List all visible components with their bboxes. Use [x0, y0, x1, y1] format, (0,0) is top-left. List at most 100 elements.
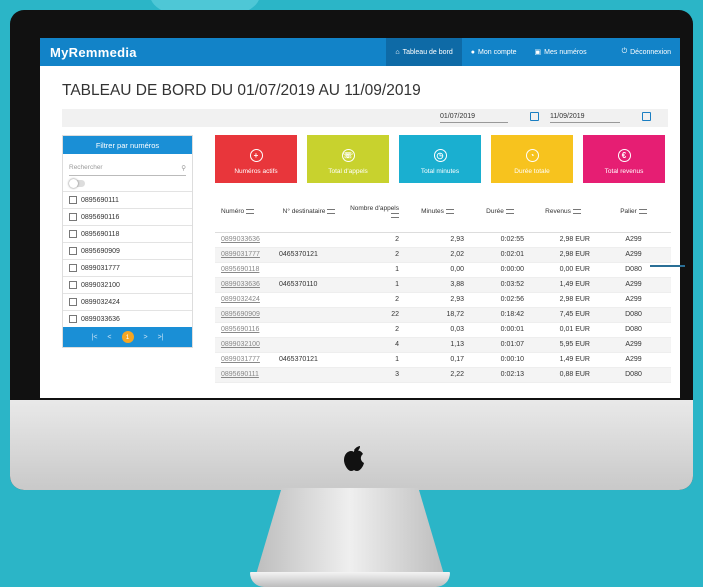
number-label: 0899032100	[81, 281, 120, 289]
nav-account[interactable]: ● Mon compte	[462, 38, 526, 66]
table-row[interactable]: 0899033636 2 2,93 0:02:55 2,98 EUR A299	[215, 232, 671, 248]
tile-label: Total revenus	[604, 168, 644, 175]
table-row[interactable]: 0895690909 22 18,72 0:18:42 7,45 EUR D080	[215, 307, 671, 323]
tile-active-numbers[interactable]: + Numéros actifs	[215, 135, 297, 183]
tile-total-minutes[interactable]: ◷ Total minutes	[399, 135, 481, 183]
nav-logout[interactable]: ⏻ Déconnexion	[596, 38, 680, 66]
table-row[interactable]: 0895690116 2 0,03 0:00:01 0,01 EUR D080	[215, 322, 671, 338]
current-page-button[interactable]: 1	[121, 331, 134, 343]
number-filter-panel: Filtrer par numéros Rechercher ⚲ 0895690…	[62, 135, 193, 348]
checkbox[interactable]	[69, 247, 77, 255]
checkbox[interactable]	[69, 315, 77, 323]
number-link[interactable]: 0899032100	[215, 337, 273, 353]
number-link[interactable]: 0899032424	[215, 292, 273, 308]
col-minutes[interactable]: Minutes	[405, 192, 470, 233]
table-cell: 5,95 EUR	[530, 337, 596, 353]
table-row[interactable]: 0899032424 2 2,93 0:02:56 2,98 EUR A299	[215, 292, 671, 308]
col-duration[interactable]: Durée	[470, 192, 530, 233]
next-page-button[interactable]: >	[144, 334, 148, 341]
table-cell: 0:01:07	[470, 337, 530, 353]
checkbox[interactable]	[69, 264, 77, 272]
number-link[interactable]: 0899033636	[215, 232, 273, 248]
tile-total-revenue[interactable]: € Total revenus	[583, 135, 665, 183]
list-item[interactable]: 0899033636	[63, 310, 192, 327]
number-label: 0899032424	[81, 298, 120, 306]
checkbox[interactable]	[69, 281, 77, 289]
sort-icon[interactable]	[572, 209, 581, 215]
number-link[interactable]: 0895690116	[215, 322, 273, 338]
table-cell	[273, 337, 345, 353]
search-icon[interactable]: ⚲	[181, 164, 186, 172]
date-to-input[interactable]: 11/09/2019	[550, 113, 585, 120]
checkbox[interactable]	[69, 196, 77, 204]
sort-icon[interactable]	[505, 209, 514, 215]
last-page-button[interactable]: >|	[158, 334, 164, 341]
checkbox[interactable]	[69, 213, 77, 221]
list-item[interactable]: 0895690116	[63, 208, 192, 225]
date-from-input[interactable]: 01/07/2019	[440, 113, 475, 120]
sort-icon[interactable]	[246, 209, 255, 215]
table-cell: 2	[345, 322, 405, 338]
table-cell: 0465370110	[273, 277, 345, 293]
number-link[interactable]: 0895690909	[215, 307, 273, 323]
table-cell: 0,17	[405, 352, 470, 368]
list-item[interactable]: 0895690111	[63, 191, 192, 208]
number-link[interactable]: 0899031777	[215, 352, 273, 368]
number-link[interactable]: 0895690118	[215, 262, 273, 278]
first-page-button[interactable]: |<	[92, 334, 98, 341]
number-link[interactable]: 0895690111	[215, 367, 273, 383]
nav-numbers[interactable]: ▣ Mes numéros	[526, 38, 596, 66]
list-item[interactable]: 0899032100	[63, 276, 192, 293]
table-cell: 0:02:13	[470, 367, 530, 383]
table-row[interactable]: 0899031777 0465370121 1 0,17 0:00:10 1,49 EUR…	[215, 352, 671, 368]
sort-icon[interactable]	[391, 212, 399, 218]
search-input[interactable]: Rechercher	[69, 164, 103, 171]
col-recipient[interactable]: N° destinataire	[273, 192, 345, 233]
nav-dashboard[interactable]: ⌂ Tableau de bord	[386, 38, 462, 66]
checkbox[interactable]	[69, 298, 77, 306]
app-logo[interactable]: MyRemmedia	[40, 45, 137, 60]
table-cell: 2,98 EUR	[530, 292, 596, 308]
col-revenue[interactable]: Revenus	[530, 192, 596, 233]
calendar-icon[interactable]	[530, 112, 539, 121]
table-cell: A299	[596, 277, 671, 293]
table-row[interactable]: 0895690111 3 2,22 0:02:13 0,88 EUR D080	[215, 367, 671, 383]
prev-page-button[interactable]: <	[107, 334, 111, 341]
list-item[interactable]: 0899031777	[63, 259, 192, 276]
col-calls[interactable]: Nombre d'appels	[345, 192, 405, 233]
tile-label: Numéros actifs	[234, 168, 278, 175]
number-label: 0899031777	[81, 264, 120, 272]
timer-icon: ◷	[433, 149, 447, 162]
calendar-icon[interactable]	[642, 112, 651, 121]
col-tier[interactable]: Palier	[596, 192, 671, 233]
table-row[interactable]: 0899032100 4 1,13 0:01:07 5,95 EUR A299	[215, 337, 671, 353]
tile-label: Total minutes	[420, 168, 460, 175]
tile-total-duration[interactable]: ◔ Durée totale	[491, 135, 573, 183]
table-cell: 0465370121	[273, 247, 345, 263]
table-row[interactable]: 0899033636 0465370110 1 3,88 0:03:52 1,49 EUR…	[215, 277, 671, 293]
list-item[interactable]: 0895690118	[63, 225, 192, 242]
table-cell: 2	[345, 292, 405, 308]
phone-icon: ☏	[341, 149, 355, 162]
table-row[interactable]: 0895690118 1 0,00 0:00:00 0,00 EUR D080	[215, 262, 671, 278]
number-link[interactable]: 0899033636	[215, 277, 273, 293]
phone-book-icon: ▣	[534, 49, 542, 56]
sort-icon[interactable]	[638, 209, 647, 215]
tile-label: Durée totale	[514, 168, 550, 175]
table-row[interactable]: 0899031777 0465370121 2 2,02 0:02:01 2,98 EUR…	[215, 247, 671, 263]
table-cell: A299	[596, 352, 671, 368]
list-item[interactable]: 0899032424	[63, 293, 192, 310]
user-icon: ●	[470, 48, 476, 56]
list-item[interactable]: 0895690909	[63, 242, 192, 259]
table-cell: 3,88	[405, 277, 470, 293]
table-cell: 2,22	[405, 367, 470, 383]
search-field[interactable]: Rechercher ⚲	[69, 160, 186, 176]
tile-total-calls[interactable]: ☏ Total d'appels	[307, 135, 389, 183]
checkbox[interactable]	[69, 230, 77, 238]
sort-icon[interactable]	[445, 209, 454, 215]
sort-icon[interactable]	[327, 209, 336, 215]
filter-toggle[interactable]	[69, 179, 85, 188]
table-cell: 2,98 EUR	[530, 232, 596, 248]
number-link[interactable]: 0899031777	[215, 247, 273, 263]
col-number[interactable]: Numéro	[215, 192, 273, 233]
